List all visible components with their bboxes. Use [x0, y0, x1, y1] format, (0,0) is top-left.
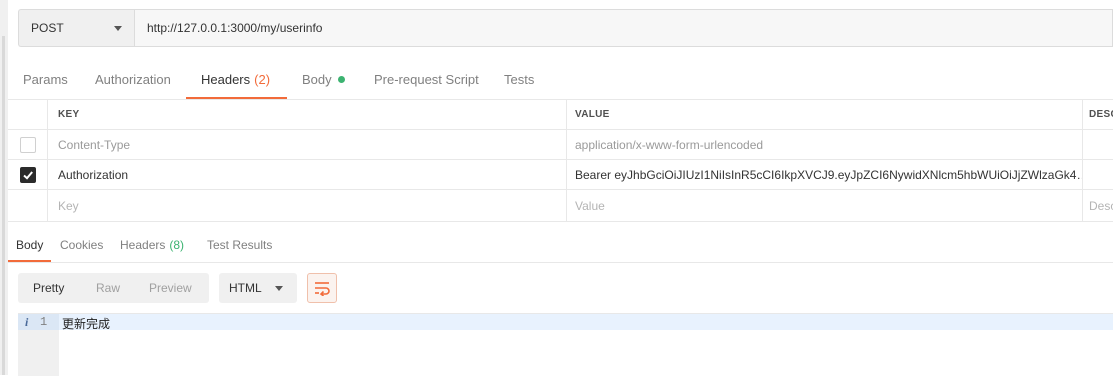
header-description-cell[interactable] [1083, 160, 1113, 189]
tab-response-headers[interactable]: Headers (8) [120, 228, 184, 261]
tab-count: (2) [254, 71, 271, 87]
request-tabs: Params Authorization Headers (2) Body Pre… [8, 60, 1113, 100]
tab-test-results[interactable]: Test Results [207, 228, 272, 261]
wrap-lines-button[interactable] [307, 273, 337, 303]
format-select[interactable]: HTML [219, 273, 297, 303]
tab-tests[interactable]: Tests [504, 60, 534, 98]
info-icon: i [25, 315, 29, 329]
tab-label: Test Results [207, 237, 273, 252]
active-tab-underline [186, 97, 287, 99]
active-response-tab-underline [8, 260, 51, 262]
response-body-editor[interactable]: i 1 更新完成 [18, 313, 1113, 376]
view-mode-toggle: Pretty Raw Preview [18, 273, 209, 303]
method-select[interactable]: POST [18, 9, 134, 47]
tab-body[interactable]: Body [302, 60, 345, 98]
url-text: http://127.0.0.1:3000/my/userinfo [147, 21, 323, 35]
table-row: Authorization Bearer eyJhbGciOiJIUzI1NiI… [8, 160, 1113, 190]
chevron-down-icon [275, 286, 283, 291]
tab-label: Cookies [60, 237, 104, 252]
raw-button[interactable]: Raw [96, 273, 120, 303]
row-check-cell [8, 130, 48, 159]
tab-count: (8) [169, 237, 185, 252]
header-value-cell[interactable]: application/x-www-form-urlencoded [567, 130, 1083, 159]
table-bottom-border [8, 221, 1113, 222]
column-header-key: KEY [48, 100, 567, 129]
response-tabs: Body Cookies Headers (8) Test Results [8, 228, 1113, 263]
header-description-cell[interactable] [1083, 130, 1113, 159]
table-header-row: KEY VALUE DESCRIPTION [8, 100, 1113, 130]
header-value-cell[interactable]: Bearer eyJhbGciOiJIUzI1NiIsInR5cCI6IkpXV… [567, 160, 1083, 189]
active-line-highlight [59, 314, 1113, 330]
header-key-cell[interactable]: Content-Type [48, 130, 567, 159]
tab-label: Params [23, 71, 68, 87]
preview-button[interactable]: Preview [149, 273, 192, 303]
row-check-cell [8, 190, 48, 221]
row-check-cell [8, 160, 48, 189]
tab-label: Pre-request Script [374, 71, 479, 87]
left-edge-scrollbar[interactable] [2, 36, 5, 375]
table-new-row: Key Value Description [8, 190, 1113, 221]
header-check-cell [8, 100, 48, 129]
checkmark-icon [22, 170, 33, 180]
line-number: 1 [40, 315, 48, 329]
tab-label: Authorization [95, 71, 171, 87]
column-header-value: VALUE [567, 100, 1083, 129]
chevron-down-icon [114, 26, 122, 31]
pretty-button[interactable]: Pretty [33, 273, 64, 303]
tab-label: Headers [120, 237, 166, 252]
wrap-lines-icon [315, 282, 330, 296]
tab-headers[interactable]: Headers (2) [201, 60, 270, 98]
left-edge-panel [0, 0, 8, 375]
url-input[interactable]: http://127.0.0.1:3000/my/userinfo [134, 9, 1113, 47]
new-value-input[interactable]: Value [567, 190, 1083, 221]
tab-pre-request-script[interactable]: Pre-request Script [374, 60, 479, 98]
table-row: Content-Type application/x-www-form-urle… [8, 130, 1113, 160]
tab-label: Headers [201, 71, 251, 87]
method-label: POST [31, 21, 64, 35]
new-key-input[interactable]: Key [48, 190, 567, 221]
tab-label: Body [302, 71, 332, 87]
body-indicator-dot-icon [337, 75, 345, 83]
tab-cookies[interactable]: Cookies [60, 228, 103, 261]
column-header-description: DESCRIPTION [1089, 109, 1113, 120]
tab-response-body[interactable]: Body [16, 228, 43, 261]
tab-authorization[interactable]: Authorization [95, 60, 171, 98]
tab-label: Body [16, 237, 44, 252]
tab-params[interactable]: Params [23, 60, 68, 98]
row-checkbox[interactable] [19, 136, 36, 153]
tab-label: Tests [504, 71, 535, 87]
response-text: 更新完成 [62, 318, 111, 332]
headers-table: KEY VALUE DESCRIPTION Content-Type appli… [8, 100, 1113, 221]
header-key-cell[interactable]: Authorization [48, 160, 567, 189]
new-description-input[interactable]: Description [1083, 190, 1113, 221]
format-label: HTML [229, 281, 262, 295]
row-checkbox[interactable] [19, 166, 36, 183]
